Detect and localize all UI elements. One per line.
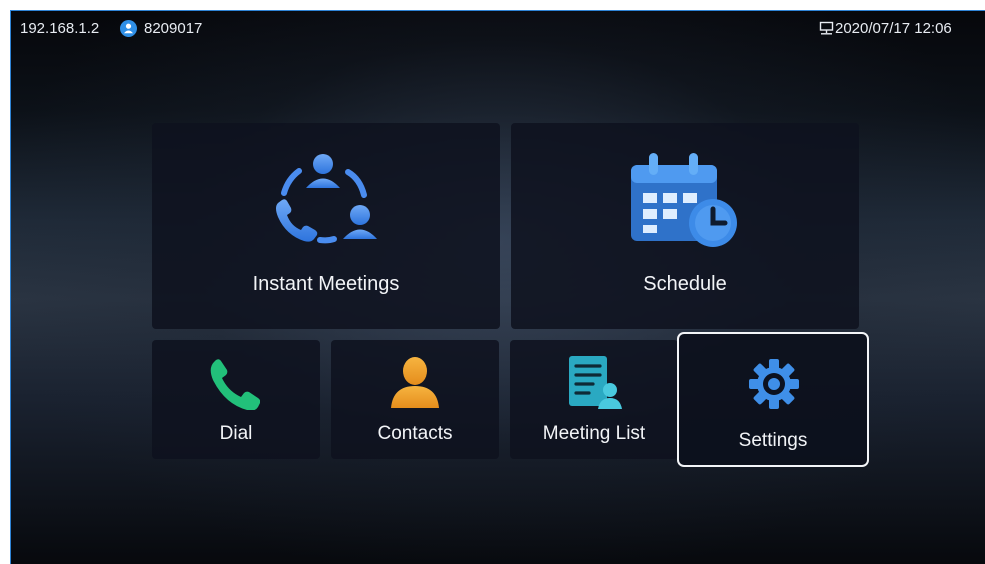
calendar-clock-icon bbox=[627, 151, 743, 260]
settings-label: Settings bbox=[738, 430, 808, 451]
network-icon bbox=[819, 21, 834, 40]
date-time: 2020/07/17 12:06 bbox=[835, 20, 952, 37]
person-icon bbox=[388, 354, 442, 415]
gear-icon bbox=[748, 358, 800, 415]
instant-meetings-label: Instant Meetings bbox=[252, 273, 400, 295]
account-number: 8209017 bbox=[144, 20, 203, 37]
contacts-tile[interactable]: Contacts bbox=[331, 340, 499, 459]
dial-label: Dial bbox=[219, 423, 253, 444]
contacts-label: Contacts bbox=[377, 423, 453, 444]
schedule-tile[interactable]: Schedule bbox=[511, 123, 859, 329]
meeting-list-icon bbox=[567, 354, 623, 415]
account-icon bbox=[120, 20, 137, 37]
dial-tile[interactable]: Dial bbox=[152, 340, 320, 459]
ip-address: 192.168.1.2 bbox=[20, 20, 100, 37]
home-screen: 192.168.1.2 8209017 2020/07/17 12:06 Ins… bbox=[10, 10, 985, 564]
status-bar: 192.168.1.2 8209017 2020/07/17 12:06 bbox=[11, 11, 985, 45]
phone-icon bbox=[208, 358, 261, 415]
settings-tile[interactable]: Settings bbox=[677, 332, 869, 467]
schedule-label: Schedule bbox=[643, 273, 727, 295]
meeting-list-tile[interactable]: Meeting List bbox=[510, 340, 678, 459]
instant-meetings-tile[interactable]: Instant Meetings bbox=[152, 123, 500, 329]
instant-meetings-icon bbox=[266, 151, 384, 256]
meeting-list-label: Meeting List bbox=[542, 423, 646, 444]
